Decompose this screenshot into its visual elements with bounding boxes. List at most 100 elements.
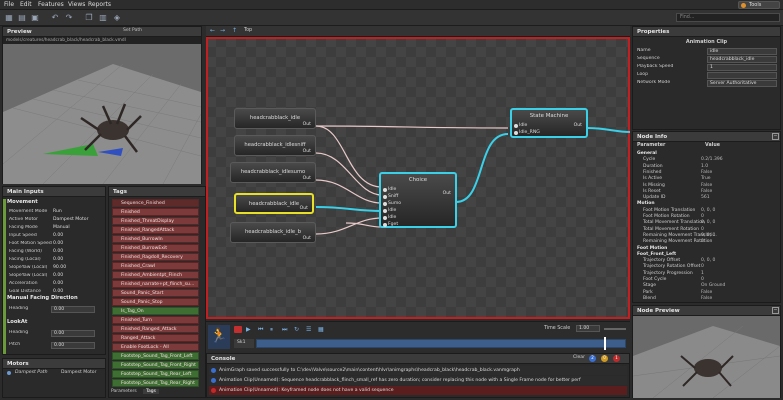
choice-input-pin[interactable] (383, 209, 387, 213)
tools-button[interactable]: Tools (738, 1, 780, 9)
node-preview-collapse-icon[interactable]: − (772, 307, 779, 314)
clip-node-idle-b[interactable]: headcrabblack_idle_b Out (230, 222, 316, 243)
menu-file[interactable]: File (4, 1, 14, 8)
clip-node-idle-selected[interactable]: headcrabblack_idle Out (234, 193, 314, 214)
tag-item[interactable]: Finished_Crawl (112, 262, 199, 270)
tag-item[interactable]: Finished_BurrowExit (112, 244, 199, 252)
tag-item[interactable]: Ranged_Attack (112, 334, 199, 342)
tag-item[interactable]: Enable FootLock - All (112, 343, 199, 351)
tag-item[interactable]: Finished (112, 208, 199, 216)
motor-item-path[interactable]: Dampest Path (15, 370, 48, 375)
tag-item[interactable]: Footstep_Sound_Tag_Front_Left (112, 352, 199, 360)
input-row-value[interactable]: 0.00 (53, 241, 63, 246)
redo-icon[interactable]: ↷ (64, 13, 74, 23)
tag-item[interactable]: Finished_RangedAttack (112, 226, 199, 234)
heading-input[interactable]: 0.00 (51, 306, 95, 313)
input-row-value[interactable]: Manual (53, 225, 70, 230)
input-row-value[interactable]: 90.00 (53, 265, 66, 270)
time-scale-slider[interactable] (604, 328, 626, 330)
state-machine-node[interactable]: State Machine Out Idle Idle_RNG (510, 108, 588, 138)
input-row-value[interactable]: 0.00 (53, 257, 63, 262)
console-message[interactable]: AnimGraph saved successfully to C:\dev\V… (209, 366, 627, 375)
new-icon[interactable]: ▦ (4, 13, 14, 23)
set-path-button[interactable]: Set Path (123, 28, 142, 33)
loop-icon[interactable]: ↻ (294, 326, 299, 333)
paste-icon[interactable]: ▥ (98, 13, 108, 23)
settings-icon[interactable]: ◈ (112, 13, 122, 23)
collapse-icon[interactable]: − (772, 133, 779, 140)
input-row-value[interactable]: 0.00 (53, 249, 63, 254)
property-value[interactable]: idle (707, 48, 777, 55)
lookat-heading-input[interactable]: 0.00 (51, 330, 95, 337)
up-icon[interactable]: ↑ (232, 27, 237, 34)
tag-item[interactable]: Finished_Ranged_Attack (112, 325, 199, 333)
clear-button[interactable]: Clear (573, 355, 585, 360)
preview-viewport[interactable] (3, 44, 201, 184)
choice-input-pin[interactable] (383, 188, 387, 192)
tag-item[interactable]: Footstep_Sound_Tag_Front_Right (112, 361, 199, 369)
menu-features[interactable]: Features (38, 1, 64, 8)
tag-item[interactable]: Sound_Panic_Start (112, 289, 199, 297)
warning-count-icon[interactable]: 0 (601, 355, 608, 362)
tab-parameters[interactable]: Parameters (111, 389, 137, 394)
timeline-track[interactable] (256, 339, 626, 348)
console-message[interactable]: Animation Clip(Unnamed): Sequence headcr… (209, 376, 627, 385)
tag-item[interactable]: Finished_Ragdoll_Recovery (112, 253, 199, 261)
clip-node-idlesniff[interactable]: headcrabblack_idlesniff Out (234, 135, 316, 156)
tag-item[interactable]: Sequence_Finished (112, 199, 199, 207)
copy-icon[interactable]: ❐ (84, 13, 94, 23)
input-row-value[interactable]: Run (53, 209, 62, 214)
tag-item[interactable]: Footstep_Sound_Tag_Rear_Left (112, 370, 199, 378)
pitch-input[interactable]: 0.00 (51, 342, 95, 349)
property-value[interactable] (707, 72, 777, 79)
step-back-icon[interactable]: ⏮ (258, 326, 263, 334)
tag-item[interactable]: Finished_BurrowIn (112, 235, 199, 243)
property-value[interactable]: 1 (707, 64, 777, 71)
tag-item[interactable]: Finished_narrate+pt_flinch_su... (112, 280, 199, 288)
open-icon[interactable]: ▤ (17, 13, 27, 23)
input-row-value[interactable]: Dampest Motor (53, 217, 89, 222)
tag-item[interactable]: Finished_Turn (112, 316, 199, 324)
clip-node-idlesumo[interactable]: headcrabblack_idlesumo Out (230, 162, 316, 183)
property-value[interactable]: headcrabblack_idle (707, 56, 777, 63)
motor-item-motor[interactable]: Dampest Motor (61, 370, 97, 375)
list-icon[interactable]: ☰ (306, 326, 311, 333)
breadcrumb[interactable]: Top (244, 28, 252, 33)
record-button[interactable] (234, 326, 242, 333)
input-row-value[interactable]: 0.00 (53, 289, 63, 294)
choice-input-pin[interactable] (383, 223, 387, 227)
tab-tags[interactable]: Tags (143, 389, 159, 394)
menu-edit[interactable]: Edit (20, 1, 32, 8)
console-message[interactable]: Animation Clip(Unnamed): Keyframed node … (209, 386, 627, 395)
property-value[interactable]: Server Authoritative (707, 80, 777, 87)
forward-icon[interactable]: → (220, 27, 225, 34)
step-forward-icon[interactable]: ⏭ (282, 326, 287, 334)
tag-item[interactable]: Sound_Panic_Stop (112, 298, 199, 306)
run-icon[interactable]: 🏃 (208, 325, 230, 349)
back-icon[interactable]: ← (210, 27, 215, 34)
play-icon[interactable]: ▶ (246, 326, 251, 333)
choice-input-pin[interactable] (383, 216, 387, 220)
undo-icon[interactable]: ↶ (50, 13, 60, 23)
input-row-value[interactable]: 0.00 (53, 281, 63, 286)
save-icon[interactable]: ▣ (30, 13, 40, 23)
clip-node-idle[interactable]: headcrabblack_idle Out (234, 108, 316, 129)
choice-input-pin[interactable] (383, 195, 387, 199)
grid-icon[interactable]: ▦ (318, 326, 324, 333)
playhead[interactable] (604, 337, 606, 350)
menu-reports[interactable]: Reports (88, 1, 111, 8)
input-row-value[interactable]: 0.00 (53, 273, 63, 278)
tag-item[interactable]: Is_Tag_On (112, 307, 199, 315)
tag-item[interactable]: Footstep_Sound_Tag_Rear_Right (112, 379, 199, 387)
find-input[interactable]: Find... (676, 13, 780, 22)
node-preview-viewport[interactable] (633, 316, 780, 398)
pause-icon[interactable]: ⏸ (270, 326, 273, 334)
menu-views[interactable]: Views (68, 1, 85, 8)
tag-item[interactable]: Finished_Ambientpt_Flinch (112, 271, 199, 279)
tag-item[interactable]: Finished_ThreatDisplay (112, 217, 199, 225)
time-scale-input[interactable]: 1.00 (576, 325, 600, 332)
input-row-value[interactable]: 0.00 (53, 233, 63, 238)
choice-node[interactable]: Choice Out Idle Sniff Sumo Idle Idle Fge… (379, 172, 457, 228)
error-count-icon[interactable]: 1 (613, 355, 620, 362)
info-count-icon[interactable]: 2 (589, 355, 596, 362)
